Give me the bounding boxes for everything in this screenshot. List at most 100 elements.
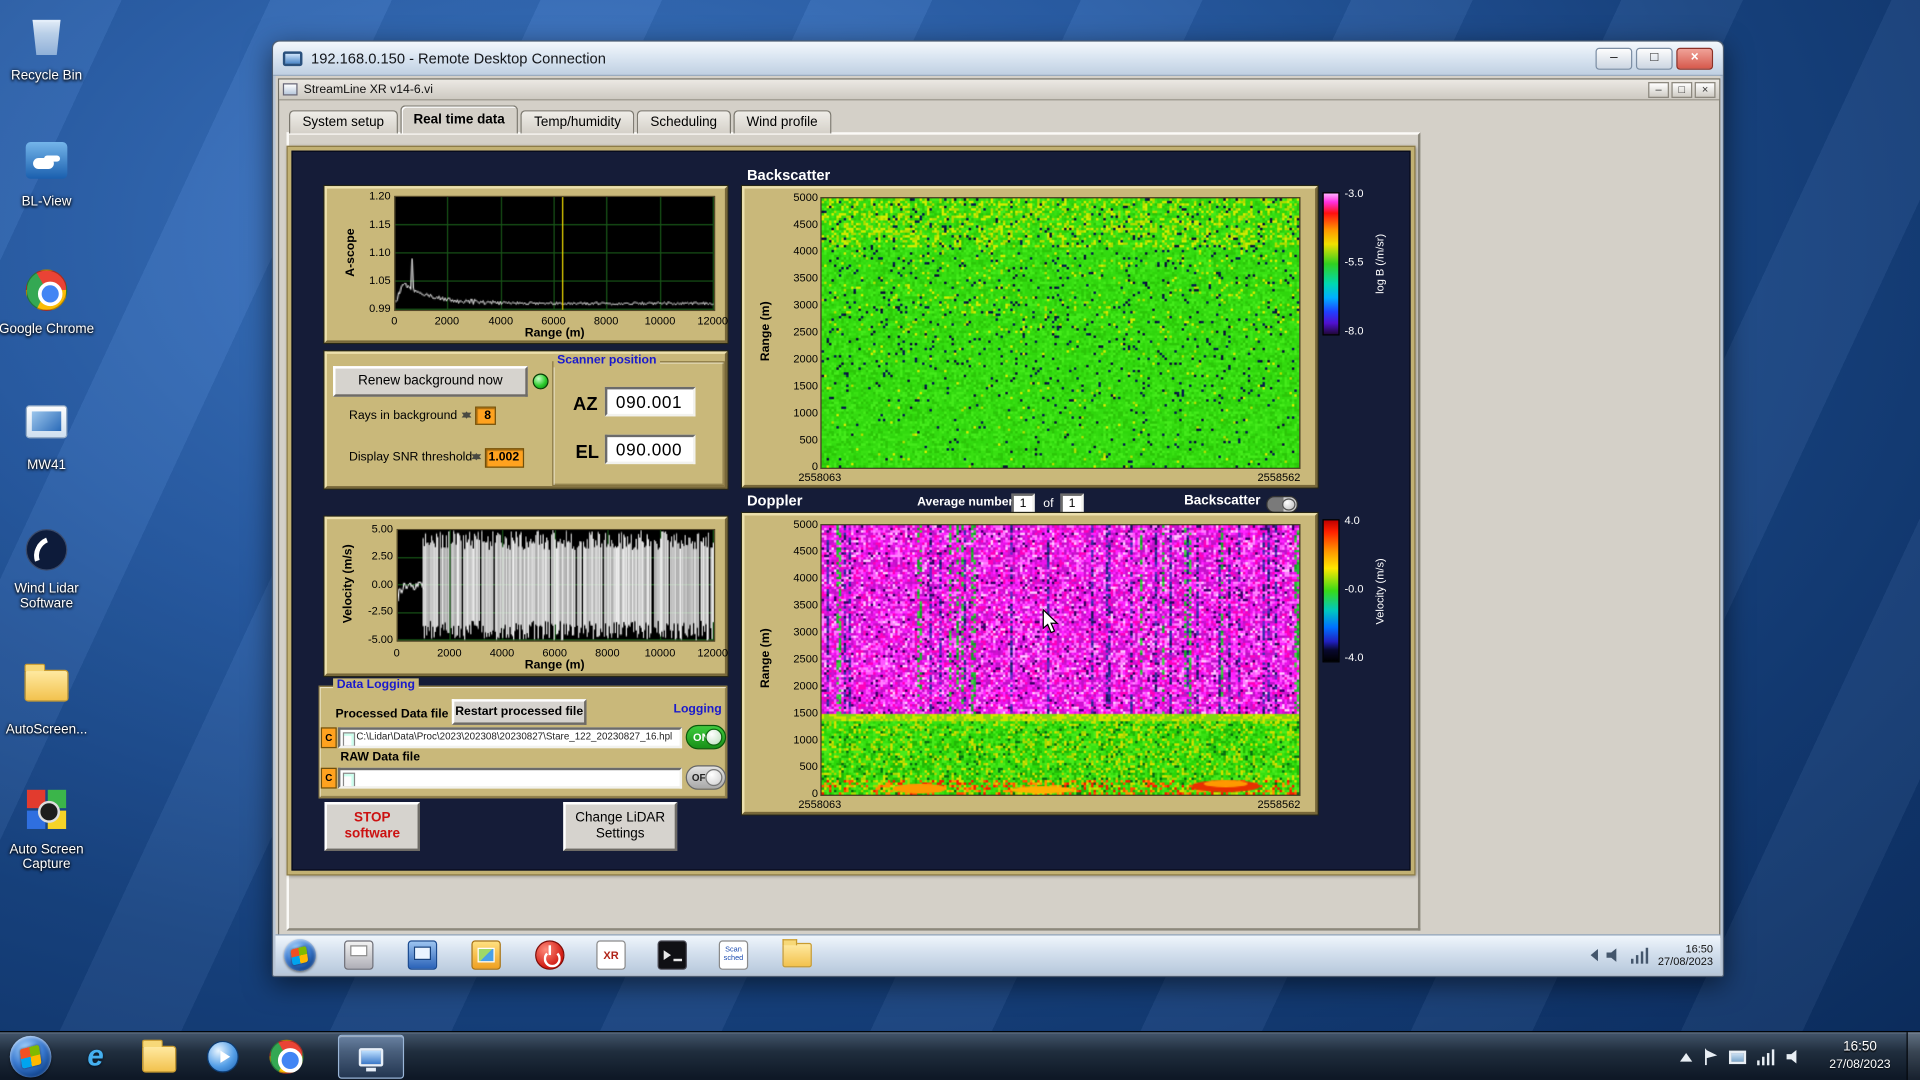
doppler-ytick: 1000 <box>767 733 818 745</box>
app-minimize-button[interactable] <box>1648 81 1669 97</box>
snr-value-field[interactable]: 1.002 <box>485 448 524 468</box>
average-of-field[interactable]: 1 <box>1060 493 1083 514</box>
start-button[interactable] <box>10 1036 52 1078</box>
tab-real-time-data[interactable]: Real time data <box>400 105 518 133</box>
app-title: StreamLine XR v14-6.vi <box>304 83 433 96</box>
remote-taskbar-terminal-icon[interactable] <box>658 940 687 969</box>
doppler-ytick: 5000 <box>767 518 818 530</box>
desktop-icon-auto-screen-capture[interactable]: Auto Screen Capture <box>0 786 98 872</box>
desktop-icon-google-chrome[interactable]: Google Chrome <box>0 267 98 337</box>
tray-display-icon[interactable] <box>1729 1050 1746 1063</box>
remote-start-button[interactable] <box>284 939 316 971</box>
monitor-icon <box>359 1048 383 1066</box>
desktop-icon-autoscreen-folder[interactable]: AutoScreen... <box>0 659 98 737</box>
rdp-close-button[interactable] <box>1676 47 1713 69</box>
rdp-computer-icon <box>283 51 303 66</box>
rdp-maximize-button[interactable] <box>1636 47 1673 69</box>
taskbar-rdp-window-button[interactable] <box>338 1035 404 1079</box>
taskbar-clock[interactable]: 16:50 27/08/2023 <box>1829 1038 1890 1072</box>
restart-processed-file-button[interactable]: Restart processed file <box>452 699 587 725</box>
tray-network-icon[interactable] <box>1757 1049 1775 1065</box>
tray-action-center-icon[interactable] <box>1703 1048 1718 1065</box>
taskbar-ie-icon[interactable]: e <box>78 1040 112 1074</box>
tray-volume-icon[interactable] <box>1787 1049 1803 1064</box>
ascope-ytick: 1.05 <box>337 274 391 286</box>
remote-taskbar-xr-app-icon[interactable]: XR <box>596 940 625 969</box>
scanner-position-title: Scanner position <box>553 354 660 367</box>
taskbar-chrome-icon[interactable] <box>269 1040 303 1074</box>
desktop-icon-bl-view[interactable]: BL-View <box>0 137 98 209</box>
processed-drive-selector[interactable]: C <box>321 727 337 748</box>
velocity-xtick: 2000 <box>427 647 471 659</box>
ascope-xaxis-label: Range (m) <box>493 327 615 340</box>
tray-hidden-icons-arrow[interactable] <box>1680 1047 1692 1062</box>
app-restore-button[interactable] <box>1671 81 1692 97</box>
desktop-icon-label: BL-View <box>0 195 98 210</box>
ascope-ytick: 1.10 <box>337 246 391 258</box>
remote-taskbar-display-tool-icon[interactable] <box>408 940 437 969</box>
backscatter-ytick: 2500 <box>767 326 818 338</box>
doppler-title: Doppler <box>747 492 803 509</box>
backscatter-graph: Range (m) 5000 4500 4000 3500 3000 2500 … <box>742 186 1318 487</box>
backscatter-title: Backscatter <box>747 167 830 184</box>
data-logging-group: Data Logging Processed Data file Restart… <box>318 686 727 799</box>
doppler-cb-tick: -4.0 <box>1344 651 1363 663</box>
backscatter-ytick: 3500 <box>767 272 818 284</box>
raw-logging-off-toggle[interactable]: OFF <box>686 765 726 789</box>
bl-view-icon <box>26 142 68 179</box>
el-label: EL <box>576 442 599 463</box>
remote-clock[interactable]: 16:50 27/08/2023 <box>1658 943 1713 967</box>
app-close-button[interactable] <box>1695 81 1716 97</box>
ascope-graph: A-scope 1.20 1.15 1.10 1.05 0.99 0 2000 … <box>324 186 727 343</box>
velocity-xtick: 12000 <box>691 647 735 659</box>
remote-taskbar-folder-icon[interactable] <box>782 943 811 967</box>
el-value-field[interactable]: 090.000 <box>605 435 696 464</box>
snr-spinner[interactable] <box>470 447 482 467</box>
rays-spinner[interactable] <box>460 405 472 425</box>
remote-tray-network-icon[interactable] <box>1631 947 1649 963</box>
desktop-icon-wind-lidar[interactable]: Wind Lidar Software <box>0 527 98 611</box>
taskbar-media-player-icon[interactable] <box>206 1040 240 1074</box>
desktop-icon-recycle-bin[interactable]: Recycle Bin <box>0 12 98 83</box>
remote-taskbar-power-icon[interactable] <box>535 940 564 969</box>
mw41-icon <box>26 405 68 438</box>
az-label: AZ <box>573 394 597 415</box>
folder-icon <box>24 670 68 702</box>
az-value-field[interactable]: 090.001 <box>605 387 696 416</box>
logging-on-toggle[interactable]: ON <box>686 725 726 749</box>
show-desktop-button[interactable] <box>1907 1032 1920 1080</box>
stop-software-button[interactable]: STOP software <box>324 802 420 851</box>
tab-scheduling[interactable]: Scheduling <box>637 110 731 133</box>
remote-taskbar: XR Scan sched 16:50 27/08/2023 <box>276 934 1721 973</box>
windows-flag-icon <box>20 1045 42 1069</box>
remote-taskbar-scan-scheduler-icon[interactable]: Scan sched <box>719 940 748 969</box>
raw-path-field[interactable] <box>338 768 682 789</box>
remote-tray-volume-icon[interactable] <box>1606 948 1622 963</box>
ascope-ytick: 0.99 <box>337 302 391 314</box>
data-logging-title: Data Logging <box>333 678 419 691</box>
backscatter-toggle[interactable] <box>1266 496 1298 513</box>
ascope-xtick: 0 <box>372 315 416 327</box>
ascope-plot-area <box>394 196 715 311</box>
processed-path-field[interactable]: C:\Lidar\Data\Proc\2023\202308\20230827\… <box>338 727 682 748</box>
velocity-xtick: 4000 <box>480 647 524 659</box>
raw-drive-selector[interactable]: C <box>321 768 337 789</box>
remote-taskbar-image-tool-icon[interactable] <box>471 940 500 969</box>
rdp-minimize-button[interactable] <box>1596 47 1633 69</box>
tab-system-setup[interactable]: System setup <box>289 110 398 133</box>
tab-temp-humidity[interactable]: Temp/humidity <box>521 110 635 133</box>
change-lidar-settings-button[interactable]: Change LiDAR Settings <box>563 802 677 851</box>
remote-taskbar-printer-icon[interactable] <box>344 940 373 969</box>
rays-value-field[interactable]: 8 <box>475 407 496 425</box>
app-titlebar[interactable]: StreamLine XR v14-6.vi <box>279 80 1719 101</box>
average-number-field[interactable]: 1 <box>1011 493 1034 514</box>
ascope-xtick: 10000 <box>638 315 682 327</box>
velocity-ytick: 0.00 <box>337 578 393 590</box>
renew-background-button[interactable]: Renew background now <box>333 366 528 397</box>
taskbar-explorer-icon[interactable] <box>142 1040 176 1074</box>
tab-wind-profile[interactable]: Wind profile <box>733 110 831 133</box>
remote-tray-hidden-icons-arrow[interactable] <box>1584 949 1597 961</box>
rdp-window: 192.168.0.150 - Remote Desktop Connectio… <box>272 40 1724 977</box>
rdp-titlebar[interactable]: 192.168.0.150 - Remote Desktop Connectio… <box>273 42 1723 76</box>
desktop-icon-mw41[interactable]: MW41 <box>0 399 98 472</box>
